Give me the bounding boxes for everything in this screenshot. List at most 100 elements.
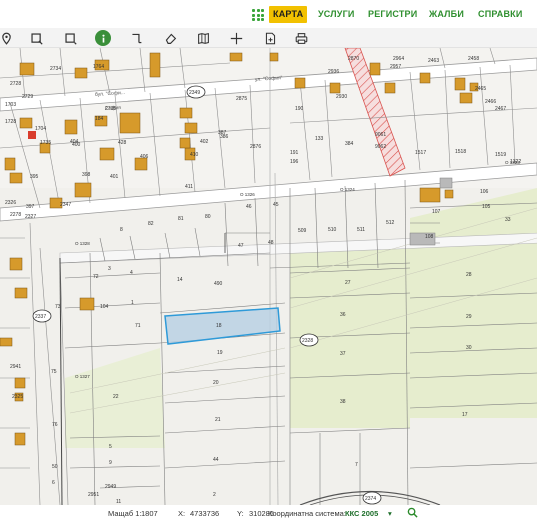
parcel-label: 38 bbox=[340, 399, 346, 405]
y-label: Y: bbox=[237, 509, 244, 518]
parcel-label: 428 bbox=[118, 140, 127, 146]
parcel-label: 33 bbox=[505, 217, 511, 223]
parcel-label: 490 bbox=[214, 281, 223, 287]
parcel-label: 2735 bbox=[105, 106, 116, 112]
survey-marker: О 1323 bbox=[505, 160, 520, 165]
parcel-label: 21 bbox=[215, 417, 221, 423]
parcel-label: 509 bbox=[298, 228, 307, 234]
parcel-label: 512 bbox=[386, 220, 395, 226]
parcel-label: 411 bbox=[185, 184, 193, 190]
parcel-label: 2876 bbox=[250, 144, 261, 150]
parcel-label: 401 bbox=[110, 174, 119, 180]
parcel-label: 37 bbox=[340, 351, 346, 357]
parcel-label: 1735 bbox=[40, 140, 51, 146]
parcel-label: 2467 bbox=[495, 106, 506, 112]
parcel-label: 2957 bbox=[390, 64, 401, 70]
parcel-label: 27 bbox=[345, 280, 351, 286]
parcel-label: 2964 bbox=[393, 56, 404, 62]
parcel-label: 105 bbox=[482, 204, 491, 210]
parcel-label: 8 bbox=[120, 227, 123, 233]
nav-tab-registers[interactable]: РЕГИСТРИ bbox=[368, 6, 417, 23]
parcel-label: 14 bbox=[177, 277, 183, 283]
parcel-label: 18 bbox=[216, 323, 222, 329]
zoom-rect-icon[interactable] bbox=[62, 30, 78, 46]
parcel-label: 2941 bbox=[10, 364, 21, 370]
parcel-label: 2325 bbox=[12, 394, 23, 400]
select-rect-icon[interactable] bbox=[28, 30, 44, 46]
parcel-label: 9061 bbox=[375, 132, 386, 138]
parcel-label: 81 bbox=[178, 216, 184, 222]
eraser-icon[interactable] bbox=[162, 30, 178, 46]
nav-tab-services[interactable]: УСЛУГИ bbox=[318, 6, 355, 23]
parcel-label: 50 bbox=[52, 464, 58, 470]
parcel-label: 2327 bbox=[25, 214, 36, 220]
parcel-label: 2951 bbox=[88, 492, 99, 498]
parcel-label: 2729 bbox=[22, 94, 33, 100]
nav-tab-map[interactable]: КАРТА bbox=[269, 6, 308, 23]
parcel-label: 4 bbox=[130, 270, 133, 276]
parcel-label: 398 bbox=[82, 172, 91, 178]
parcel-label: 2463 bbox=[428, 58, 439, 64]
parcel-label: 73 bbox=[55, 304, 61, 310]
parcel-label: 7 bbox=[355, 462, 358, 468]
top-nav: КАРТА УСЛУГИ РЕГИСТРИ ЖАЛБИ СПРАВКИ bbox=[0, 0, 537, 28]
parcel-label: 2936 bbox=[328, 69, 339, 75]
chevron-down-icon[interactable]: ▾ bbox=[388, 509, 392, 518]
parcel-label: 45 bbox=[273, 202, 279, 208]
highlight-building bbox=[28, 131, 36, 139]
parcel-label: 44 bbox=[213, 457, 219, 463]
parcel-label: 108 bbox=[425, 234, 434, 240]
parcel-label: 2949 bbox=[105, 484, 116, 490]
info-icon[interactable] bbox=[95, 30, 111, 46]
circled-id-label: 2374 bbox=[365, 496, 376, 502]
document-add-icon[interactable] bbox=[262, 30, 278, 46]
parcel-label: 28 bbox=[466, 272, 472, 278]
meadow-area bbox=[410, 188, 537, 418]
apps-grid-icon[interactable] bbox=[252, 9, 264, 21]
status-bar: Мащаб 1: 1807 X: 4733736 Y: 310285 Коорд… bbox=[0, 505, 537, 523]
parcel-label: 22 bbox=[113, 394, 119, 400]
parcel-label: 19 bbox=[217, 350, 223, 356]
crs-label: Координатна система: bbox=[268, 509, 346, 518]
scale-value: 1807 bbox=[141, 509, 158, 518]
parcel-label: 1519 bbox=[495, 152, 506, 158]
parcel-label: 1 bbox=[131, 300, 134, 306]
print-icon[interactable] bbox=[293, 30, 309, 46]
parcel-label: 2 bbox=[213, 492, 216, 498]
parcel-label: 2728 bbox=[10, 81, 21, 87]
parcel-label: 1704 bbox=[35, 126, 46, 132]
parcel-label: 72 bbox=[93, 274, 99, 280]
parcel-label: 82 bbox=[148, 221, 154, 227]
parcel-label: 190 bbox=[295, 106, 304, 112]
survey-marker: О 1328 bbox=[75, 241, 90, 246]
parcel-label: 17 bbox=[462, 412, 468, 418]
parcel-label: 2458 bbox=[468, 56, 479, 62]
survey-marker: О 1327 bbox=[75, 374, 90, 379]
parcel-label: 400 bbox=[72, 142, 81, 148]
map-book-icon[interactable] bbox=[195, 30, 211, 46]
parcel-label: 6 bbox=[52, 480, 55, 486]
nav-tab-references[interactable]: СПРАВКИ bbox=[478, 6, 523, 23]
x-label: X: bbox=[178, 509, 186, 518]
measure-line-icon[interactable] bbox=[128, 30, 144, 46]
location-pin-icon[interactable] bbox=[0, 30, 14, 46]
search-icon[interactable] bbox=[407, 507, 418, 520]
parcel-label: 2466 bbox=[485, 99, 496, 105]
circled-id-label: 2349 bbox=[189, 90, 200, 96]
crs-select[interactable]: ККС 2005 bbox=[345, 509, 378, 518]
parcel-label: 9 bbox=[109, 460, 112, 466]
parcel-label: 384 bbox=[345, 141, 354, 147]
parcel-label: 511 bbox=[357, 227, 365, 233]
x-value: 4733736 bbox=[190, 509, 220, 518]
parcel-label: 1764 bbox=[93, 64, 104, 70]
parcel-label: 76 bbox=[52, 422, 58, 428]
nav-tab-complaints[interactable]: ЖАЛБИ bbox=[429, 6, 464, 23]
parcel-label: 2875 bbox=[236, 96, 247, 102]
cadastral-map[interactable]: бул. "Софи... София ул. "София" 2734 1764 27… bbox=[0, 48, 537, 505]
parcel-label: 2870 bbox=[348, 56, 359, 62]
parcel-label: 71 bbox=[135, 323, 141, 329]
crosshair-icon[interactable] bbox=[228, 30, 244, 46]
parcel-label: 2930 bbox=[336, 94, 347, 100]
parcel-label: 2734 bbox=[50, 66, 61, 72]
parcel-label: 2278 bbox=[10, 212, 21, 218]
